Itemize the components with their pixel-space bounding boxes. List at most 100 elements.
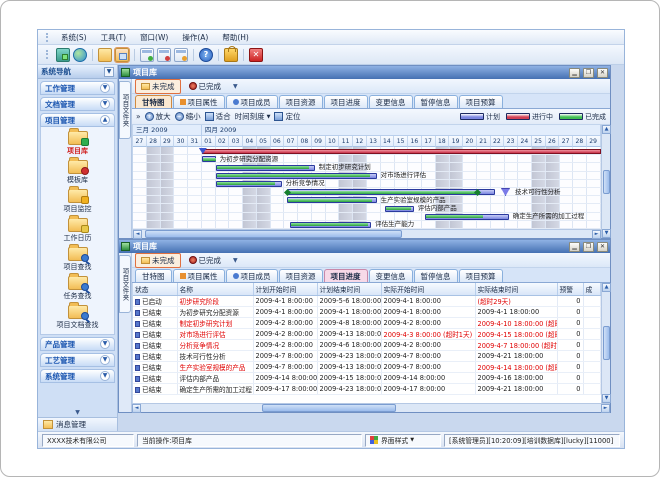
table-row[interactable]: 已结束生产实验室规模的产品2009-4-7 8:00:002009-4-13 1… [133, 362, 600, 373]
form-red-icon[interactable] [157, 48, 171, 62]
project-folder-tab[interactable]: 项目文件夹 [119, 255, 131, 313]
chevron-down-icon[interactable]: ▼ [100, 371, 110, 381]
view-tab-未完成[interactable]: 未完成 [135, 253, 181, 268]
tab-项目属性[interactable]: 项目属性 [173, 269, 225, 282]
table-row[interactable]: 已结束对市场进行评估2009-4-2 8:00:002009-4-13 18:0… [133, 329, 600, 340]
folder-icon[interactable] [98, 48, 112, 62]
sidebar-overflow-button[interactable]: ▼ [38, 408, 117, 417]
table-window-titlebar[interactable]: 项目库 ▁ ❐ ✕ [119, 240, 610, 253]
scroll-right-arrow[interactable]: ► [601, 404, 610, 413]
sidebar-item-项目库[interactable]: 项目库 [41, 130, 114, 157]
minimize-button[interactable]: ▁ [569, 68, 580, 78]
folder-window-icon[interactable] [115, 48, 129, 62]
column-header-实际开始时间[interactable]: 实际开始时间 [381, 283, 475, 296]
form-orange-icon[interactable] [174, 48, 188, 62]
tab-项目进度[interactable]: 项目进度 [324, 95, 368, 108]
scroll-up-arrow[interactable]: ▲ [602, 283, 611, 292]
chevron-up-icon[interactable]: ▲ [100, 115, 110, 125]
zoom-in-button[interactable]: +放大 [145, 111, 171, 122]
scroll-right-arrow[interactable]: ► [592, 230, 601, 239]
scroll-up-arrow[interactable]: ▲ [602, 125, 611, 134]
gantt-vertical-scrollbar[interactable]: ▲ ▼ [601, 125, 610, 238]
table-row[interactable]: 已结束技术可行性分析2009-4-7 8:00:002009-4-23 18:0… [133, 351, 600, 362]
view-tab-已完成[interactable]: 已完成 [184, 80, 227, 93]
column-header-计划结束时间[interactable]: 计划结束时间 [317, 283, 381, 296]
sidebar-item-模板库[interactable]: 模板库 [41, 159, 114, 186]
timescale-button[interactable]: 时间刻度▼ [235, 111, 271, 122]
column-header-状态[interactable]: 状态 [133, 283, 177, 296]
tab-变更信息[interactable]: 变更信息 [369, 95, 413, 108]
tab-项目成员[interactable]: 项目成员 [226, 95, 278, 108]
tab-项目资源[interactable]: 项目资源 [279, 269, 323, 282]
sidebar-item-任务查找[interactable]: 任务查找 [41, 275, 114, 302]
tab-项目进度[interactable]: 项目进度 [324, 269, 368, 282]
exit-icon[interactable]: ✕ [249, 48, 263, 62]
more-button[interactable]: » [136, 112, 141, 121]
tab-甘特图[interactable]: 甘特图 [135, 269, 172, 282]
sidebar-group-header[interactable]: 产品管理▼ [40, 337, 115, 351]
column-header-成[interactable]: 成 [583, 283, 600, 296]
sidebar-item-项目查找[interactable]: 项目查找 [41, 246, 114, 273]
column-header-名称[interactable]: 名称 [177, 283, 253, 296]
scrollbar-thumb[interactable] [603, 326, 610, 360]
table-row[interactable]: 已结束制定初步研究计划2009-4-2 8:00:002009-4-8 18:0… [133, 318, 600, 329]
sidebar-group-header[interactable]: 工艺管理▼ [40, 353, 115, 367]
restore-button[interactable]: ❐ [583, 68, 594, 78]
sidebar-item-项目文档查找[interactable]: 项目文档查找 [41, 304, 114, 331]
close-button[interactable]: ✕ [597, 68, 608, 78]
column-header-实际结束时间[interactable]: 实际结束时间 [475, 283, 557, 296]
chevron-down-icon[interactable]: ▼ [100, 99, 110, 109]
tab-项目属性[interactable]: 项目属性 [173, 95, 225, 108]
menu-item[interactable]: 工具(T) [95, 31, 132, 44]
chevron-down-icon[interactable]: ▼ [233, 83, 238, 90]
tab-变更信息[interactable]: 变更信息 [369, 269, 413, 282]
project-folder-tab[interactable]: 项目文件夹 [119, 81, 131, 139]
zoom-out-button[interactable]: −缩小 [175, 111, 201, 122]
scrollbar-thumb[interactable] [262, 404, 396, 412]
scroll-down-arrow[interactable]: ▼ [602, 394, 611, 403]
view-tab-已完成[interactable]: 已完成 [184, 254, 227, 267]
table-row[interactable]: 已结束确定生产所需的加工过程2009-4-17 8:00:002009-4-23… [133, 384, 600, 395]
table-row[interactable]: 已结束评估内部产品2009-4-14 8:00:002009-4-15 18:0… [133, 373, 600, 384]
sidebar-item-工作日历[interactable]: 工作日历 [41, 217, 114, 244]
sidebar-group-header[interactable]: 系统管理▼ [40, 369, 115, 383]
view-tab-未完成[interactable]: 未完成 [135, 79, 181, 94]
ui-style-selector[interactable]: 界面样式▼ [365, 434, 441, 447]
scroll-down-arrow[interactable]: ▼ [602, 229, 611, 238]
menu-item[interactable]: 系统(S) [55, 31, 93, 44]
tab-暂停信息[interactable]: 暂停信息 [414, 95, 458, 108]
menu-item[interactable]: 操作(A) [176, 31, 214, 44]
chevron-down-icon[interactable]: ▼ [100, 355, 110, 365]
locate-button[interactable]: 定位 [274, 111, 300, 122]
sidebar-group-header[interactable]: 项目管理▲ [40, 113, 115, 127]
gantt-horizontal-scrollbar[interactable]: ◄ ► [133, 229, 601, 238]
menu-item[interactable]: 帮助(H) [216, 31, 255, 44]
pushpin-icon[interactable]: ▼ [104, 67, 114, 77]
table-horizontal-scrollbar[interactable]: ◄ ► [132, 403, 610, 412]
table-row[interactable]: 已结束为初步研究分配资源2009-4-1 8:00:002009-4-1 18:… [133, 307, 600, 318]
globe-icon[interactable] [73, 48, 87, 62]
restore-button[interactable]: ❐ [583, 242, 594, 252]
chevron-down-icon[interactable]: ▼ [233, 257, 238, 264]
scrollbar-thumb[interactable] [603, 170, 610, 194]
close-button[interactable]: ✕ [597, 242, 608, 252]
tab-项目预算[interactable]: 项目预算 [459, 95, 503, 108]
sidebar-group-header[interactable]: 文档管理▼ [40, 97, 115, 111]
tab-暂停信息[interactable]: 暂停信息 [414, 269, 458, 282]
tab-项目预算[interactable]: 项目预算 [459, 269, 503, 282]
scroll-left-arrow[interactable]: ◄ [133, 230, 142, 239]
help-icon[interactable]: ? [199, 48, 213, 62]
gantt-window-titlebar[interactable]: 项目库 ▁ ❐ ✕ [119, 66, 610, 79]
sidebar-item-message-management[interactable]: 消息管理 [38, 417, 117, 431]
table-row[interactable]: 已结束分析竞争情况2009-4-2 8:00:002009-4-6 18:00:… [133, 340, 600, 351]
monitor-icon[interactable] [56, 48, 70, 62]
tab-项目资源[interactable]: 项目资源 [279, 95, 323, 108]
form-green-icon[interactable] [140, 48, 154, 62]
scrollbar-thumb[interactable] [145, 230, 402, 238]
tab-项目成员[interactable]: 项目成员 [226, 269, 278, 282]
column-header-计划开始时间[interactable]: 计划开始时间 [253, 283, 317, 296]
sidebar-item-项目监控[interactable]: 项目监控 [41, 188, 114, 215]
scroll-left-arrow[interactable]: ◄ [132, 404, 141, 413]
sidebar-group-header[interactable]: 工作管理▼ [40, 81, 115, 95]
lock-icon[interactable] [224, 48, 238, 62]
